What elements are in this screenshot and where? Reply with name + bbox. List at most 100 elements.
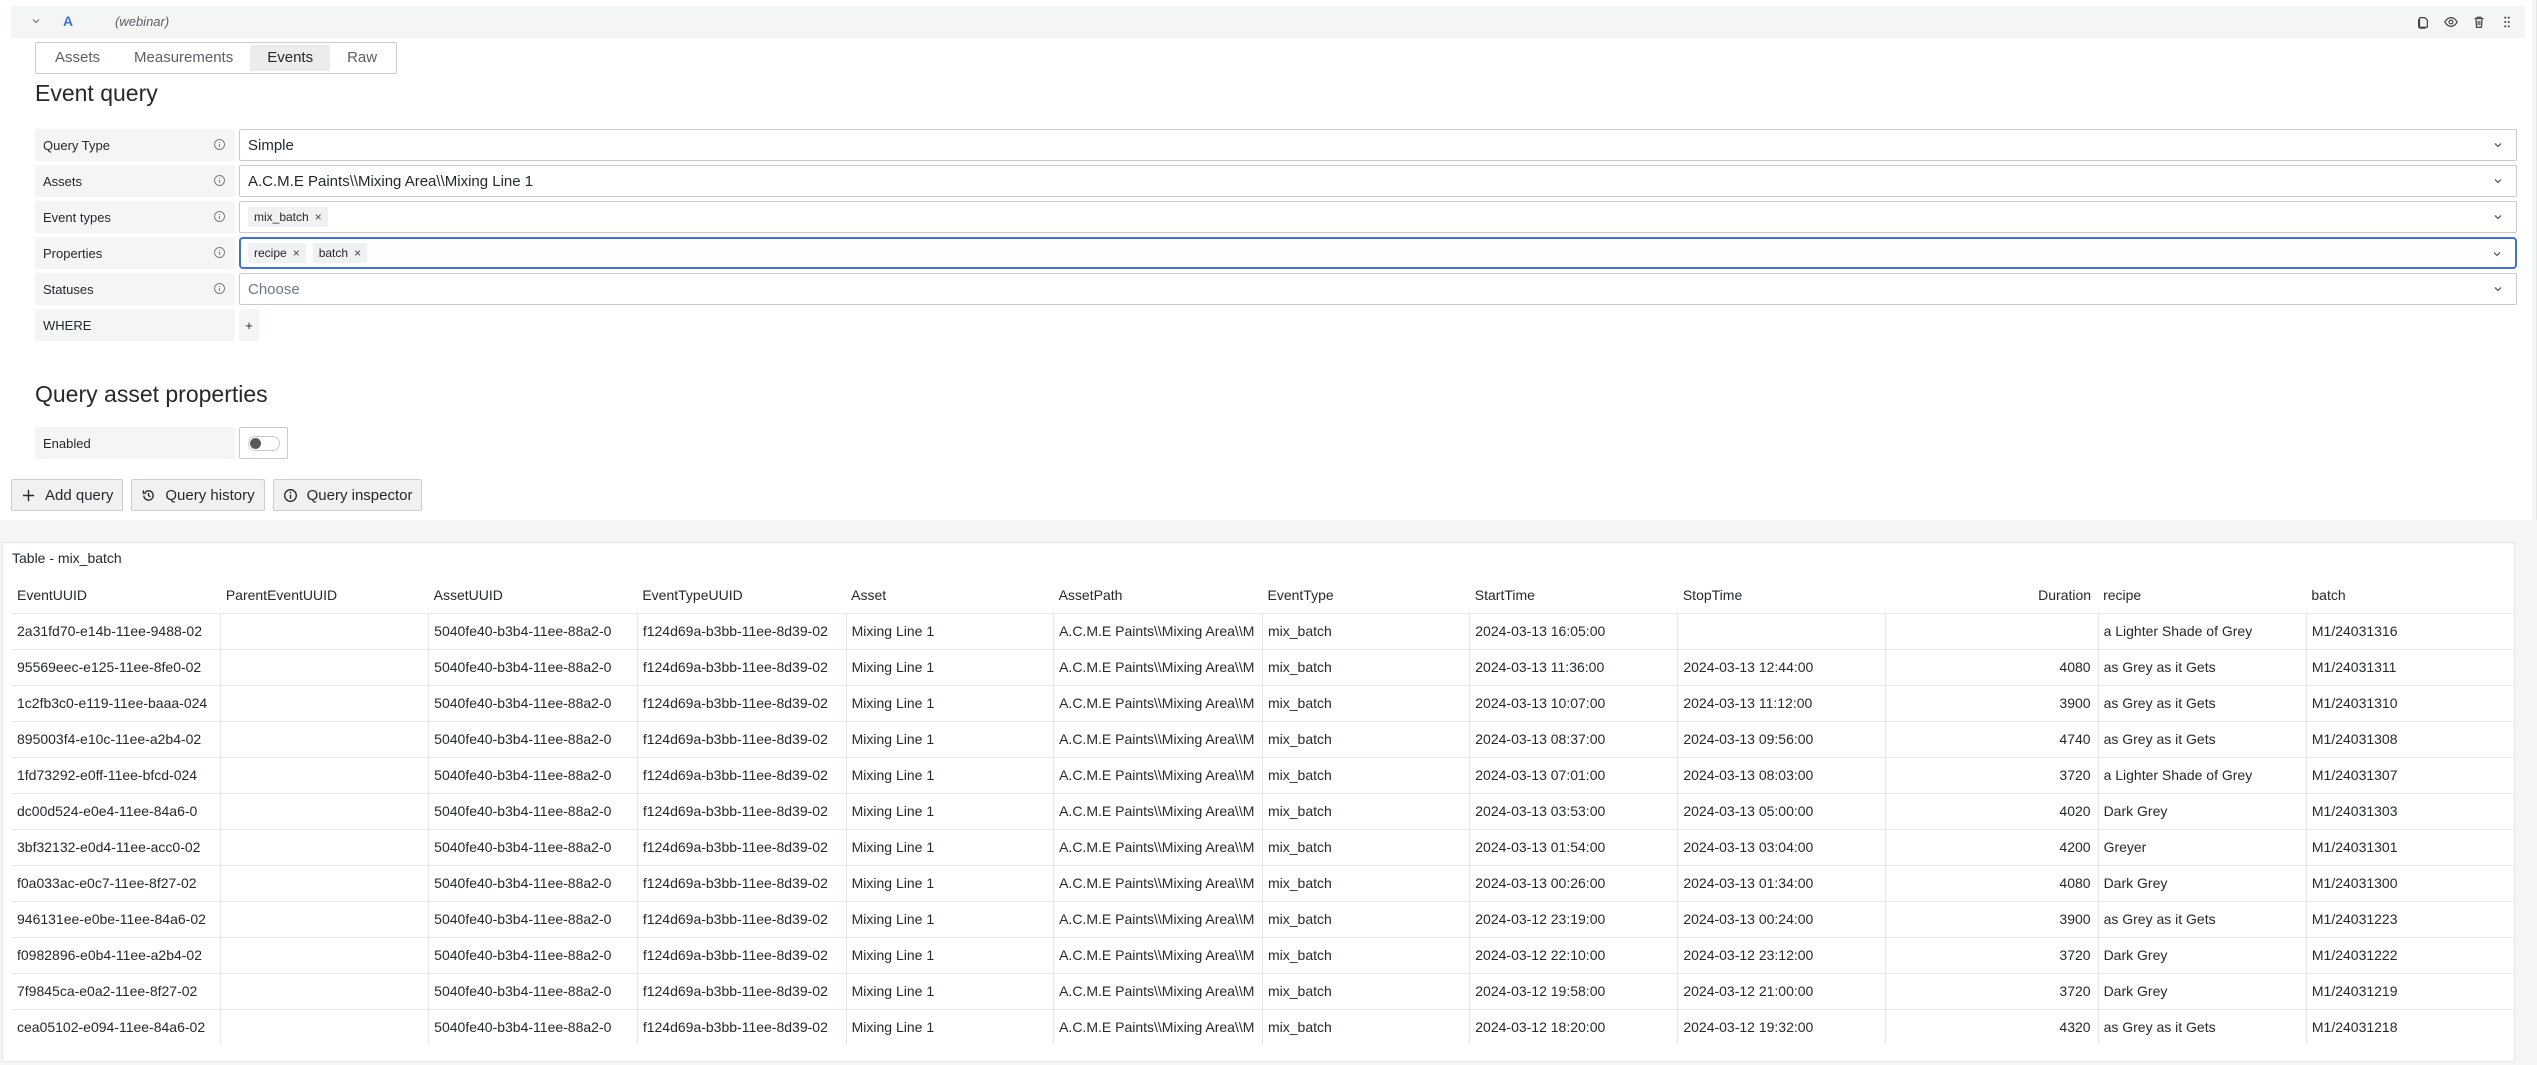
event-types-multiselect[interactable]: mix_batch ×: [239, 201, 2517, 233]
cell-assetpath: A.C.M.E Paints\\Mixing Area\\M: [1053, 613, 1263, 650]
cell-parenteventuuid: [220, 829, 430, 866]
cell-starttime: 2024-03-13 03:53:00: [1469, 793, 1679, 830]
cell-duration: 4200: [1885, 829, 2099, 866]
cell-stoptime: 2024-03-13 05:00:00: [1677, 793, 1887, 830]
drag-handle-icon[interactable]: [2497, 12, 2517, 32]
tab-assets[interactable]: Assets: [38, 45, 117, 71]
info-icon[interactable]: [214, 211, 225, 222]
column-header-parenteventuuid[interactable]: ParentEventUUID: [220, 577, 429, 614]
cell-assetpath: A.C.M.E Paints\\Mixing Area\\M: [1053, 649, 1263, 686]
where-row: WHERE +: [35, 309, 259, 341]
cell-eventtype: mix_batch: [1262, 685, 1471, 722]
properties-multiselect[interactable]: recipe × batch ×: [239, 237, 2517, 269]
cell-duration: 3900: [1885, 685, 2099, 722]
cell-asset: Mixing Line 1: [846, 865, 1055, 902]
query-editor: A (webinar) Assets Measurements Events R…: [0, 0, 2537, 520]
query-type-select[interactable]: Simple: [239, 129, 2517, 161]
cell-starttime: 2024-03-12 18:20:00: [1469, 1009, 1679, 1045]
cell-assetuuid: 5040fe40-b3b4-11ee-88a2-0: [428, 721, 638, 758]
column-header-assetpath[interactable]: AssetPath: [1053, 577, 1263, 614]
cell-batch: M1/24031307: [2306, 757, 2514, 794]
table-row: f0982896-e0b4-11ee-a2b4-02 5040fe40-b3b4-…: [12, 937, 2514, 974]
remove-chip-icon[interactable]: ×: [293, 246, 300, 260]
cell-stoptime: 2024-03-12 21:00:00: [1677, 973, 1887, 1010]
cell-starttime: 2024-03-13 07:01:00: [1469, 757, 1679, 794]
query-inspector-button[interactable]: Query inspector: [272, 479, 423, 511]
cell-batch: M1/24031300: [2306, 865, 2514, 902]
trash-icon[interactable]: [2469, 12, 2489, 32]
query-row-header[interactable]: A (webinar): [11, 6, 2525, 38]
assets-select[interactable]: A.C.M.E Paints\\Mixing Area\\Mixing Line…: [239, 165, 2517, 197]
duplicate-query-icon[interactable]: [2413, 12, 2433, 32]
cell-duration: 4320: [1885, 1009, 2099, 1045]
column-header-eventuuid[interactable]: EventUUID: [12, 577, 221, 614]
column-header-starttime[interactable]: StartTime: [1469, 577, 1678, 614]
info-icon[interactable]: [214, 175, 225, 186]
collapse-chevron-icon[interactable]: [31, 16, 41, 26]
property-chip-batch: batch ×: [312, 243, 368, 263]
cell-eventuuid: 3bf32132-e0d4-11ee-acc0-02: [12, 829, 222, 866]
column-header-stoptime[interactable]: StopTime: [1677, 577, 1886, 614]
column-header-asset[interactable]: Asset: [846, 577, 1054, 614]
info-icon[interactable]: [214, 283, 225, 294]
cell-recipe: a Lighter Shade of Grey: [2098, 757, 2307, 794]
cell-eventuuid: 7f9845ca-e0a2-11ee-8f27-02: [12, 973, 222, 1010]
tab-raw[interactable]: Raw: [330, 45, 394, 71]
cell-assetpath: A.C.M.E Paints\\Mixing Area\\M: [1053, 865, 1263, 902]
cell-recipe: a Lighter Shade of Grey: [2098, 613, 2307, 650]
cell-eventtypeuuid: f124d69a-b3bb-11ee-8d39-02: [637, 721, 847, 758]
column-header-duration[interactable]: Duration: [1885, 577, 2099, 614]
info-icon[interactable]: [214, 139, 225, 150]
query-history-button[interactable]: Query history: [131, 479, 265, 511]
cell-stoptime: 2024-03-13 08:03:00: [1677, 757, 1887, 794]
cell-recipe: as Grey as it Gets: [2098, 685, 2307, 722]
cell-eventuuid: 1c2fb3c0-e119-11ee-baaa-024: [12, 685, 222, 722]
tab-events[interactable]: Events: [250, 45, 331, 71]
remove-chip-icon[interactable]: ×: [354, 246, 361, 260]
cell-parenteventuuid: [220, 685, 430, 722]
cell-eventuuid: 895003f4-e10c-11ee-a2b4-02: [12, 721, 222, 758]
cell-starttime: 2024-03-13 00:26:00: [1469, 865, 1679, 902]
column-header-eventtype[interactable]: EventType: [1262, 577, 1470, 614]
cell-assetpath: A.C.M.E Paints\\Mixing Area\\M: [1053, 721, 1263, 758]
table-row: cea05102-e094-11ee-84a6-02 5040fe40-b3b4-…: [12, 1009, 2514, 1045]
cell-duration: 3720: [1885, 973, 2099, 1010]
add-query-button[interactable]: Add query: [11, 479, 124, 511]
query-ref-id[interactable]: A: [63, 13, 73, 29]
cell-stoptime: [1677, 613, 1887, 650]
cell-batch: M1/24031223: [2306, 901, 2514, 938]
info-icon[interactable]: [214, 247, 225, 258]
cell-parenteventuuid: [220, 649, 430, 686]
cell-eventtypeuuid: f124d69a-b3bb-11ee-8d39-02: [637, 865, 847, 902]
eye-icon[interactable]: [2441, 12, 2461, 32]
cell-eventuuid: 1fd73292-e0ff-11ee-bfcd-024: [12, 757, 222, 794]
events-table: EventUUID ParentEventUUID AssetUUID EventTy…: [12, 577, 2514, 1045]
table-row: 95569eec-e125-11ee-8fe0-02 5040fe40-b3b4-…: [12, 649, 2514, 686]
cell-eventuuid: dc00d524-e0e4-11ee-84a6-0: [12, 793, 222, 830]
remove-chip-icon[interactable]: ×: [315, 210, 322, 224]
column-header-assetuuid[interactable]: AssetUUID: [428, 577, 638, 614]
tab-measurements[interactable]: Measurements: [117, 45, 250, 71]
cell-stoptime: 2024-03-13 03:04:00: [1677, 829, 1887, 866]
cell-assetpath: A.C.M.E Paints\\Mixing Area\\M: [1053, 685, 1263, 722]
chevron-down-icon: [2493, 252, 2501, 257]
column-header-recipe[interactable]: recipe: [2098, 577, 2307, 614]
property-chip-recipe: recipe ×: [248, 243, 306, 263]
enabled-toggle[interactable]: [248, 436, 280, 451]
chevron-down-icon: [2494, 143, 2502, 148]
statuses-select[interactable]: Choose: [239, 273, 2517, 305]
column-header-batch[interactable]: batch: [2306, 577, 2514, 614]
cell-assetuuid: 5040fe40-b3b4-11ee-88a2-0: [428, 937, 638, 974]
cell-eventtypeuuid: f124d69a-b3bb-11ee-8d39-02: [637, 685, 847, 722]
properties-label: Properties: [35, 237, 235, 269]
cell-eventtype: mix_batch: [1262, 649, 1471, 686]
cell-assetuuid: 5040fe40-b3b4-11ee-88a2-0: [428, 685, 638, 722]
cell-eventtype: mix_batch: [1262, 937, 1471, 974]
add-where-clause-button[interactable]: +: [239, 309, 259, 341]
enabled-row: Enabled: [35, 427, 288, 459]
column-header-eventtypeuuid[interactable]: EventTypeUUID: [637, 577, 847, 614]
cell-asset: Mixing Line 1: [846, 685, 1055, 722]
query-actions: Add query Query history Query inspector: [11, 479, 423, 511]
cell-asset: Mixing Line 1: [846, 793, 1055, 830]
enabled-toggle-wrapper: [239, 427, 288, 459]
